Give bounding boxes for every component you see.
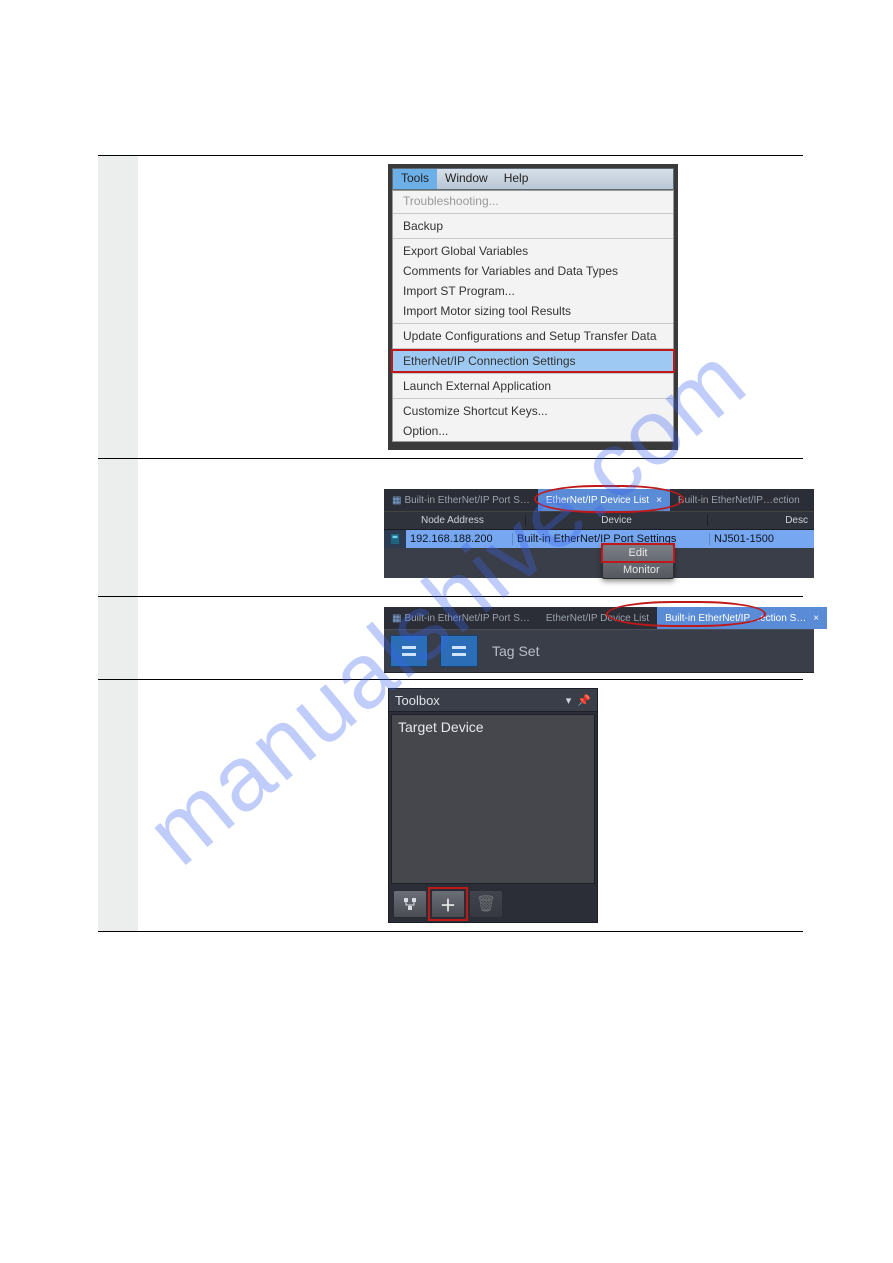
tag-set-toolbar: Tag Set: [384, 629, 814, 673]
context-menu: Edit Monitor: [602, 544, 674, 579]
device-row[interactable]: 192.168.188.200 Built-in EtherNet/IP Por…: [384, 530, 814, 548]
ctx-edit[interactable]: Edit: [603, 545, 673, 561]
tagset-button-a[interactable]: [390, 635, 428, 667]
tree-button[interactable]: [393, 890, 427, 918]
target-device-panel: Target Device: [391, 714, 595, 884]
menu-separator: [393, 398, 673, 399]
device-ip: 192.168.188.200: [406, 533, 513, 545]
tab-section-label: Built-in EtherNet/IP…ection S…: [665, 613, 806, 624]
header-device: Device: [526, 515, 708, 526]
delete-button[interactable]: 🗑: [469, 890, 503, 918]
row-gutter: [98, 156, 138, 458]
menu-update-config[interactable]: Update Configurations and Setup Transfer…: [393, 326, 673, 346]
ctx-edit-label: Edit: [629, 547, 648, 559]
device-icon: [384, 530, 406, 548]
tagset-button-b[interactable]: [440, 635, 478, 667]
menu-option[interactable]: Option...: [393, 421, 673, 441]
menu-separator: [393, 348, 673, 349]
device-list-screenshot: ▦ Built-in EtherNet/IP Port S… EtherNet/…: [384, 489, 814, 578]
menu-separator: [393, 213, 673, 214]
device-list-header: Node Address Device Desc: [384, 511, 814, 530]
menu-separator: [393, 323, 673, 324]
device-list-blank: [384, 548, 814, 578]
tab-strip: ▦ Built-in EtherNet/IP Port S… EtherNet/…: [384, 489, 814, 511]
header-description: Desc: [708, 515, 814, 526]
menu-eip-settings-label: EtherNet/IP Connection Settings: [403, 354, 576, 368]
trash-icon: 🗑: [476, 894, 496, 914]
header-node-address: Node Address: [417, 515, 526, 526]
row-gutter: [98, 680, 138, 931]
tab-strip: ▦ Built-in EtherNet/IP Port S… EtherNet/…: [384, 607, 814, 629]
tab-port-settings[interactable]: ▦ Built-in EtherNet/IP Port S…: [384, 489, 538, 511]
menu-troubleshooting: Troubleshooting...: [393, 191, 673, 211]
tab-port-label: Built-in EtherNet/IP Port S…: [404, 613, 529, 624]
toolbox-screenshot: Toolbox ▾ 📌 Target Device: [388, 688, 598, 923]
menu-import-motor[interactable]: Import Motor sizing tool Results: [393, 301, 673, 321]
tab-port-label: Built-in EtherNet/IP Port S…: [404, 495, 529, 506]
tab-device-list[interactable]: EtherNet/IP Device List: [538, 607, 657, 629]
tab-device-list-label: EtherNet/IP Device List: [546, 495, 649, 506]
row-gutter: [98, 597, 138, 679]
tag-set-label: Tag Set: [492, 643, 539, 659]
tab-close-icon[interactable]: ×: [813, 613, 819, 624]
tools-menu-screenshot: Tools Window Help Troubleshooting... Bac…: [388, 164, 678, 450]
toolbox-titlebar: Toolbox ▾ 📌: [389, 689, 597, 712]
menubar: Tools Window Help: [392, 168, 674, 190]
menubar-window[interactable]: Window: [437, 169, 496, 189]
eip-icon: ▦: [392, 495, 401, 506]
tab-section[interactable]: Built-in EtherNet/IP…ection: [670, 489, 808, 511]
toolbox-buttons: ＋ 🗑: [389, 886, 597, 922]
tab-device-list[interactable]: EtherNet/IP Device List ×: [538, 489, 670, 511]
menu-separator: [393, 373, 673, 374]
dropdown-icon[interactable]: ▾: [566, 694, 572, 707]
toolbox-title-label: Toolbox: [395, 693, 440, 708]
tab-section-label: Built-in EtherNet/IP…ection: [678, 495, 800, 506]
row-gutter: [98, 459, 138, 596]
menu-separator: [393, 238, 673, 239]
menu-backup[interactable]: Backup: [393, 216, 673, 236]
eip-icon: ▦: [392, 613, 401, 624]
tab-port-settings[interactable]: ▦ Built-in EtherNet/IP Port S…: [384, 607, 538, 629]
menu-export-globals[interactable]: Export Global Variables: [393, 241, 673, 261]
add-button[interactable]: ＋: [431, 890, 465, 918]
menubar-tools[interactable]: Tools: [393, 169, 437, 189]
pin-icon[interactable]: 📌: [577, 694, 591, 707]
plus-icon: ＋: [440, 892, 456, 916]
doc-row-device-list: ▦ Built-in EtherNet/IP Port S… EtherNet/…: [98, 458, 803, 596]
menu-launch-external[interactable]: Launch External Application: [393, 376, 673, 396]
target-device-label: Target Device: [398, 719, 484, 735]
menu-import-st[interactable]: Import ST Program...: [393, 281, 673, 301]
menu-comments-types[interactable]: Comments for Variables and Data Types: [393, 261, 673, 281]
menu-eip-settings[interactable]: EtherNet/IP Connection Settings: [393, 351, 673, 371]
doc-row-tag-set: ▦ Built-in EtherNet/IP Port S… EtherNet/…: [98, 596, 803, 679]
menubar-help[interactable]: Help: [496, 169, 537, 189]
tab-close-icon[interactable]: ×: [656, 495, 662, 506]
tab-section[interactable]: Built-in EtherNet/IP…ection S… ×: [657, 607, 827, 629]
doc-row-tools-menu: Tools Window Help Troubleshooting... Bac…: [98, 155, 803, 458]
device-desc: NJ501-1500: [710, 533, 814, 545]
tag-set-screenshot: ▦ Built-in EtherNet/IP Port S… EtherNet/…: [384, 607, 814, 673]
doc-row-toolbox: Toolbox ▾ 📌 Target Device: [98, 679, 803, 932]
tab-device-list-label: EtherNet/IP Device List: [546, 613, 649, 624]
ctx-monitor[interactable]: Monitor: [603, 561, 673, 578]
tools-dropdown: Troubleshooting... Backup Export Global …: [392, 190, 674, 442]
menu-customize-keys[interactable]: Customize Shortcut Keys...: [393, 401, 673, 421]
